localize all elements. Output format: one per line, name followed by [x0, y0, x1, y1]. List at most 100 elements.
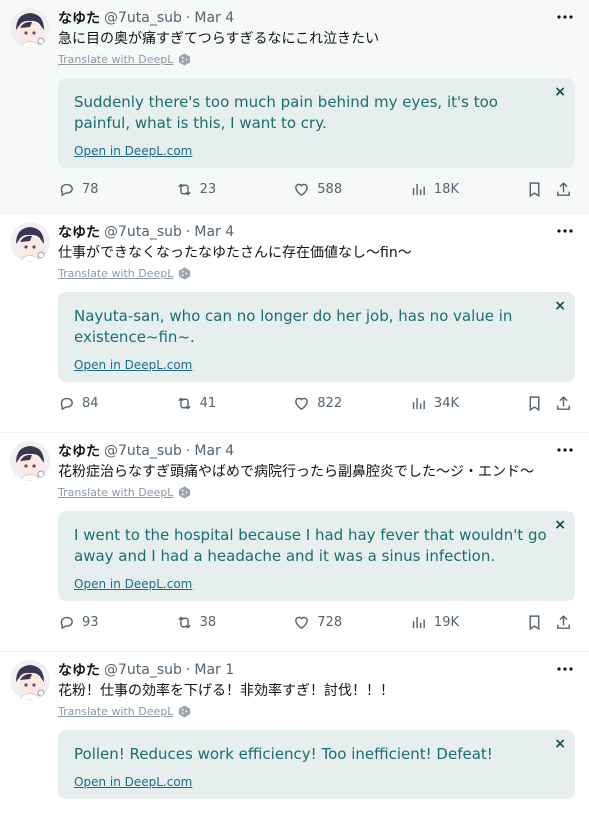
translate-label: Translate with DeepL — [58, 485, 174, 499]
retweet-count: 38 — [199, 614, 217, 630]
tweet-date[interactable]: Mar 4 — [194, 224, 234, 240]
deepl-icon — [179, 266, 191, 280]
views-icon — [412, 616, 425, 628]
retweet-button[interactable]: 38 — [176, 614, 294, 631]
share-button[interactable] — [555, 614, 575, 631]
close-icon[interactable]: × — [554, 737, 566, 751]
avatar[interactable] — [10, 660, 50, 700]
translation-text: I went to the hospital because I had hay… — [74, 526, 547, 565]
reply-button[interactable]: 78 — [58, 181, 176, 198]
bookmark-button[interactable] — [526, 395, 556, 412]
translate-with-deepl-link[interactable]: Translate with DeepL — [58, 483, 575, 501]
translation-box: × Suddenly there's too much pain behind … — [58, 78, 575, 168]
avatar[interactable] — [10, 8, 50, 48]
more-icon[interactable] — [555, 9, 575, 25]
bookmark-icon — [529, 614, 540, 630]
open-in-deepl-link[interactable]: Open in DeepL.com — [74, 144, 547, 158]
action-bar: 84 41 822 34K — [58, 392, 575, 414]
like-button[interactable]: 822 — [293, 395, 410, 412]
translation-box: × I went to the hospital because I had h… — [58, 511, 575, 601]
retweet-count: 41 — [199, 395, 217, 411]
like-button[interactable]: 588 — [293, 181, 410, 198]
translation-text: Pollen! Reduces work efficiency! Too ine… — [74, 745, 493, 763]
author-handle[interactable]: @7uta_sub — [104, 662, 182, 678]
author-name[interactable]: なゆた — [58, 222, 100, 242]
open-in-deepl-link[interactable]: Open in DeepL.com — [74, 577, 547, 591]
share-icon — [557, 614, 571, 629]
open-in-deepl-link[interactable]: Open in DeepL.com — [74, 358, 547, 372]
reply-count: 93 — [82, 614, 99, 630]
translate-with-deepl-link[interactable]: Translate with DeepL — [58, 50, 575, 68]
retweet-button[interactable]: 23 — [176, 181, 294, 198]
reply-button[interactable]: 93 — [58, 614, 176, 631]
author-handle[interactable]: @7uta_sub — [104, 10, 182, 26]
retweet-count: 23 — [199, 181, 217, 197]
views-button[interactable]: 19K — [410, 614, 526, 631]
reply-count: 78 — [82, 181, 99, 197]
author-handle[interactable]: @7uta_sub — [104, 443, 182, 459]
reply-button[interactable]: 84 — [58, 395, 176, 412]
deepl-icon — [179, 52, 191, 66]
like-button[interactable]: 728 — [293, 614, 410, 631]
avatar[interactable] — [10, 441, 50, 481]
retweet-button[interactable]: 41 — [176, 395, 294, 412]
tweet[interactable]: なゆた @7uta_sub · Mar 4 急に目の奥が痛すぎてつらすぎるなにこ… — [0, 0, 589, 214]
open-in-deepl-link[interactable]: Open in DeepL.com — [74, 775, 547, 789]
bookmark-button[interactable] — [526, 181, 556, 198]
bookmark-icon — [529, 181, 540, 197]
reply-count: 84 — [82, 395, 99, 411]
like-count: 822 — [317, 395, 343, 411]
close-icon[interactable]: × — [554, 299, 566, 313]
like-icon — [295, 616, 309, 629]
tweet-date[interactable]: Mar 1 — [194, 662, 234, 678]
tweet-date[interactable]: Mar 4 — [194, 443, 234, 459]
tweet-date[interactable]: Mar 4 — [194, 10, 234, 26]
timeline: なゆた @7uta_sub · Mar 4 急に目の奥が痛すぎてつらすぎるなにこ… — [0, 0, 589, 814]
separator: · — [185, 662, 191, 678]
like-count: 588 — [317, 181, 343, 197]
tweet-text: 仕事ができなくなったなゆたさんに存在価値なし〜fin〜 — [58, 245, 412, 261]
translate-with-deepl-link[interactable]: Translate with DeepL — [58, 264, 575, 282]
share-icon — [557, 181, 571, 196]
like-count: 728 — [317, 614, 343, 630]
view-count: 19K — [433, 614, 459, 630]
view-count: 34K — [433, 395, 459, 411]
like-icon — [295, 397, 309, 410]
bookmark-button[interactable] — [526, 614, 556, 631]
more-icon[interactable] — [555, 442, 575, 458]
retweet-icon — [177, 397, 191, 409]
separator: · — [185, 10, 191, 26]
tweet-text: 急に目の奥が痛すぎてつらすぎるなにこれ泣きたい — [58, 31, 380, 47]
reply-icon — [60, 616, 73, 629]
close-icon[interactable]: × — [554, 85, 566, 99]
more-icon[interactable] — [555, 223, 575, 239]
author-name[interactable]: なゆた — [58, 660, 100, 680]
author-name[interactable]: なゆた — [58, 8, 100, 28]
tweet[interactable]: なゆた @7uta_sub · Mar 4 仕事ができなくなったなゆたさんに存在… — [0, 214, 589, 433]
author-name[interactable]: なゆた — [58, 441, 100, 461]
tweet[interactable]: なゆた @7uta_sub · Mar 4 花粉症治らなすぎ頭痛やばめで病院行っ… — [0, 433, 589, 652]
author-handle[interactable]: @7uta_sub — [104, 224, 182, 240]
views-button[interactable]: 34K — [410, 395, 526, 412]
reply-icon — [60, 397, 73, 410]
close-icon[interactable]: × — [554, 518, 566, 532]
views-button[interactable]: 18K — [410, 181, 526, 198]
tweet[interactable]: なゆた @7uta_sub · Mar 1 花粉！仕事の効率を下げる！非効率すぎ… — [0, 652, 589, 814]
more-icon[interactable] — [555, 661, 575, 677]
translate-label: Translate with DeepL — [58, 266, 174, 280]
view-count: 18K — [433, 181, 459, 197]
like-icon — [295, 183, 309, 196]
avatar[interactable] — [10, 222, 50, 262]
translate-with-deepl-link[interactable]: Translate with DeepL — [58, 702, 575, 720]
bookmark-icon — [529, 395, 540, 411]
share-button[interactable] — [555, 395, 575, 412]
reply-icon — [60, 183, 73, 196]
action-bar: 78 23 588 18K — [58, 178, 575, 200]
translation-text: Suddenly there's too much pain behind my… — [74, 93, 498, 132]
deepl-icon — [179, 485, 191, 499]
share-icon — [557, 395, 571, 410]
translation-box: × Pollen! Reduces work efficiency! Too i… — [58, 730, 575, 799]
retweet-icon — [177, 616, 191, 628]
share-button[interactable] — [555, 181, 575, 198]
separator: · — [185, 224, 191, 240]
